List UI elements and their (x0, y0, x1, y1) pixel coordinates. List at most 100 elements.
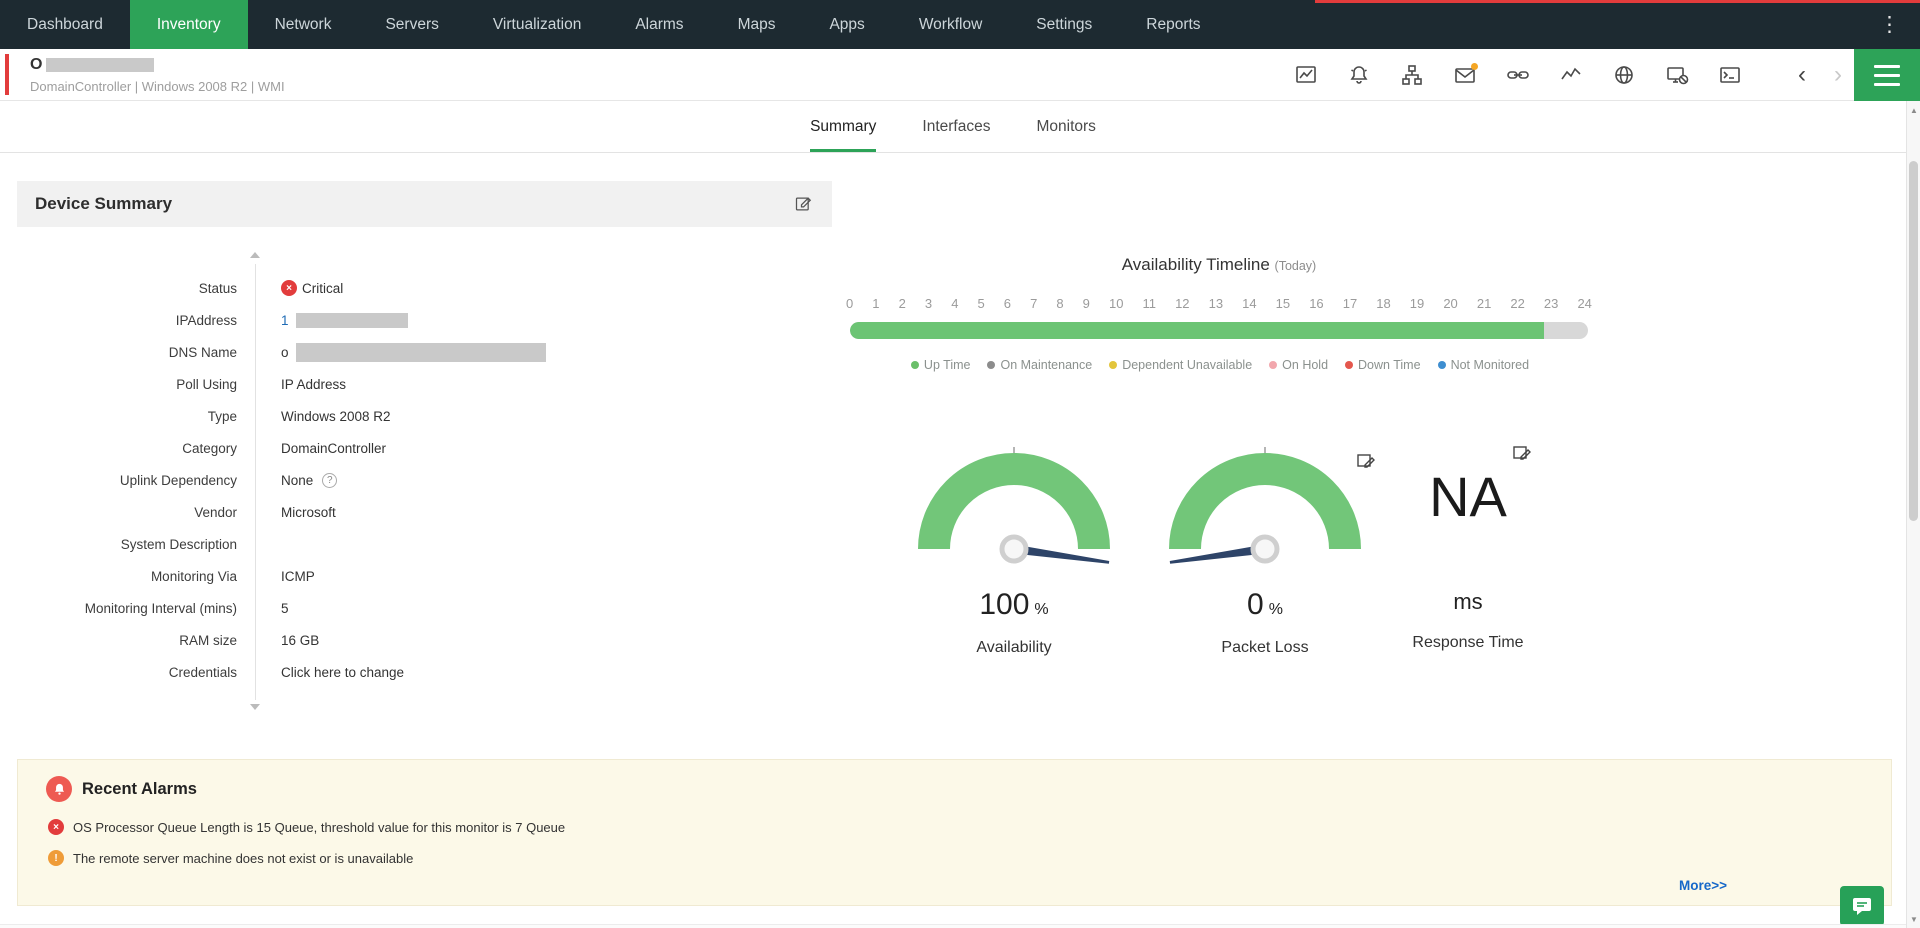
legend-item: Not Monitored (1438, 358, 1530, 372)
help-icon[interactable]: ? (322, 473, 337, 488)
field-value[interactable]: 1 (255, 313, 408, 328)
timeline-hour-label: 4 (951, 296, 958, 311)
legend-dot (1109, 361, 1117, 369)
nav-item-network[interactable]: Network (248, 0, 359, 49)
chat-button[interactable] (1840, 886, 1884, 926)
tab-summary[interactable]: Summary (810, 101, 876, 152)
timeline-hour-label: 11 (1143, 296, 1157, 311)
nav-item-inventory[interactable]: Inventory (130, 0, 248, 49)
timeline-hour-label: 2 (899, 296, 906, 311)
recent-alarms-panel: Recent Alarms ×OS Processor Queue Length… (17, 759, 1892, 906)
field-label: IPAddress (17, 313, 255, 328)
device-summary-header: Device Summary (17, 181, 832, 227)
gauge-value: 0% (1155, 588, 1375, 622)
gauge-edit-icon[interactable] (1513, 444, 1533, 462)
nav-item-settings[interactable]: Settings (1009, 0, 1119, 49)
legend-dot (911, 361, 919, 369)
field-label: Category (17, 441, 255, 456)
link-icon[interactable] (1506, 63, 1530, 87)
redacted-text (296, 313, 408, 328)
edit-icon[interactable] (794, 194, 814, 214)
timeline-hour-label: 9 (1083, 296, 1090, 311)
legend-label: Dependent Unavailable (1122, 358, 1252, 372)
timeline-hour-label: 24 (1577, 296, 1591, 311)
field-label: Type (17, 409, 255, 424)
field-label: System Description (17, 537, 255, 552)
topology-icon[interactable] (1400, 63, 1424, 87)
gauge-edit-icon[interactable] (1357, 452, 1377, 470)
device-summary-title: Device Summary (35, 194, 172, 214)
downtime-icon[interactable] (1665, 63, 1689, 87)
alarm-bell-icon[interactable] (1347, 63, 1371, 87)
redacted-text (296, 343, 546, 362)
alarm-text: OS Processor Queue Length is 15 Queue, t… (73, 820, 565, 835)
globe-icon[interactable] (1612, 63, 1636, 87)
summary-field-row: System Description (17, 528, 832, 560)
timeline-hour-label: 18 (1376, 296, 1390, 311)
horizontal-scrollbar[interactable] (0, 924, 1906, 928)
alarm-row: × OS Processor Queue Length is 15 Queue, … (48, 818, 565, 836)
timeline-hour-label: 23 (1544, 296, 1558, 311)
tab-monitors[interactable]: Monitors (1036, 101, 1095, 152)
field-label: Credentials (17, 665, 255, 680)
nav-item-maps[interactable]: Maps (711, 0, 803, 49)
top-nav: DashboardInventoryNetworkServersVirtuali… (0, 0, 1920, 49)
critical-icon: × (48, 819, 64, 835)
critical-status-icon: × (281, 280, 297, 296)
gauge-label: Packet Loss (1155, 639, 1375, 657)
menu-icon[interactable] (1854, 49, 1920, 101)
timeline-hours: 0123456789101112131415161718192021222324 (846, 296, 1592, 311)
terminal-icon[interactable] (1718, 63, 1742, 87)
timeline-hour-label: 0 (846, 296, 853, 311)
notification-dot (1471, 63, 1478, 70)
email-icon[interactable] (1453, 63, 1477, 87)
scroll-down-icon[interactable] (250, 704, 260, 710)
alarm-text: The remote server machine does not exist… (73, 851, 413, 866)
nav-item-reports[interactable]: Reports (1119, 0, 1227, 49)
tab-interfaces[interactable]: Interfaces (922, 101, 990, 152)
field-label: Status (17, 281, 255, 296)
field-label: Poll Using (17, 377, 255, 392)
timeline-hour-label: 13 (1209, 296, 1223, 311)
timeline-title: Availability Timeline (Today) (850, 255, 1588, 275)
packet-loss-gauge: 0% Packet Loss (1155, 445, 1375, 657)
field-value[interactable]: Click here to change (255, 665, 404, 680)
nav-item-apps[interactable]: Apps (802, 0, 891, 49)
scrollbar-down-icon[interactable]: ▼ (1907, 912, 1920, 926)
timeline-hour-label: 21 (1477, 296, 1491, 311)
more-alarms-link[interactable]: More>> (1679, 878, 1727, 893)
nav-item-dashboard[interactable]: Dashboard (0, 0, 130, 49)
field-value: Windows 2008 R2 (255, 409, 391, 424)
summary-field-row: CategoryDomainController (17, 432, 832, 464)
summary-field-row: IPAddress1 (17, 304, 832, 336)
chevron-left-icon[interactable]: ‹ (1798, 49, 1806, 101)
more-menu-icon[interactable]: ⋮ (1859, 0, 1920, 49)
nav-item-workflow[interactable]: Workflow (892, 0, 1009, 49)
timeline-hour-label: 10 (1109, 296, 1123, 311)
timeline-title-text: Availability Timeline (1122, 255, 1270, 274)
performance-icon[interactable] (1559, 63, 1583, 87)
scrollbar-thumb[interactable] (1909, 161, 1918, 521)
timeline-subtitle: (Today) (1275, 259, 1317, 273)
legend-label: On Maintenance (1000, 358, 1092, 372)
legend-label: Up Time (924, 358, 971, 372)
nav-item-servers[interactable]: Servers (358, 0, 465, 49)
device-meta: DomainController | Windows 2008 R2 | WMI (30, 79, 285, 94)
timeline-bar (850, 322, 1588, 339)
vertical-scrollbar[interactable]: ▲ ▼ (1906, 101, 1920, 928)
summary-field-row: Monitoring ViaICMP (17, 560, 832, 592)
status-accent-bar (5, 54, 9, 95)
timeline-hour-label: 7 (1030, 296, 1037, 311)
summary-field-row: TypeWindows 2008 R2 (17, 400, 832, 432)
nav-item-alarms[interactable]: Alarms (608, 0, 710, 49)
nav-item-virtualization[interactable]: Virtualization (466, 0, 608, 49)
scroll-up-icon[interactable] (250, 252, 260, 258)
gauge-unit: ms (1358, 583, 1578, 617)
chevron-right-icon[interactable]: › (1834, 49, 1842, 101)
alarm-bell-icon (46, 776, 72, 802)
legend-dot (987, 361, 995, 369)
graphs-icon[interactable] (1294, 63, 1318, 87)
device-summary-fields: Status×CriticalIPAddress1DNS NameoPoll U… (17, 272, 832, 688)
scrollbar-up-icon[interactable]: ▲ (1907, 103, 1920, 117)
timeline-hour-label: 14 (1242, 296, 1256, 311)
